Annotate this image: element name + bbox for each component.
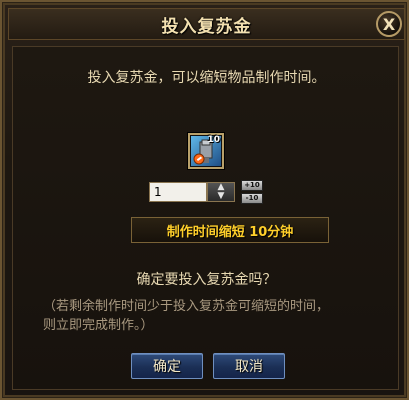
time-reduction-text: 制作时间缩短 10分钟 xyxy=(166,224,294,240)
minus-ten-button[interactable]: -10 xyxy=(241,193,263,204)
plus-ten-button[interactable]: +10 xyxy=(241,180,263,191)
close-icon: X xyxy=(382,14,396,34)
close-button[interactable]: X xyxy=(376,11,402,37)
quantity-input[interactable]: 1 xyxy=(149,182,207,202)
confirm-button[interactable]: 确定 xyxy=(131,353,203,379)
note-line-1: （若剩余制作时间少于投入复苏金可缩短的时间， xyxy=(43,299,330,314)
step-ten-controls: +10 -10 xyxy=(241,180,263,204)
item-count: 10 xyxy=(207,135,220,145)
quantity-stepper[interactable]: ▲ ▼ xyxy=(207,182,235,202)
time-reduction-bar: 制作时间缩短 10分钟 xyxy=(131,217,329,243)
dialog-title: 投入复苏金 xyxy=(161,16,252,37)
confirm-question: 确定要投入复苏金吗？ xyxy=(136,272,277,288)
cancel-button[interactable]: 取消 xyxy=(213,353,285,379)
confirm-button-label: 确定 xyxy=(153,359,181,375)
dialog-title-bar: 投入复苏金 X xyxy=(8,8,405,40)
revival-gold-dialog: 投入复苏金 X 投入复苏金，可以缩短物品制作时间。 10 1 ▲ ▼ +10 -… xyxy=(0,0,409,400)
stepper-down-icon[interactable]: ▼ xyxy=(218,192,225,201)
item-slot[interactable]: 10 xyxy=(188,133,224,169)
cancel-button-label: 取消 xyxy=(235,359,263,375)
dialog-description: 投入复苏金，可以缩短物品制作时间。 xyxy=(87,70,326,86)
dialog-body: 投入复苏金，可以缩短物品制作时间。 10 1 ▲ ▼ +10 -10 制作时间缩… xyxy=(12,46,399,390)
note-line-2: 则立即完成制作。） xyxy=(43,318,154,333)
note-text: （若剩余制作时间少于投入复苏金可缩短的时间， 则立即完成制作。） xyxy=(43,297,383,335)
